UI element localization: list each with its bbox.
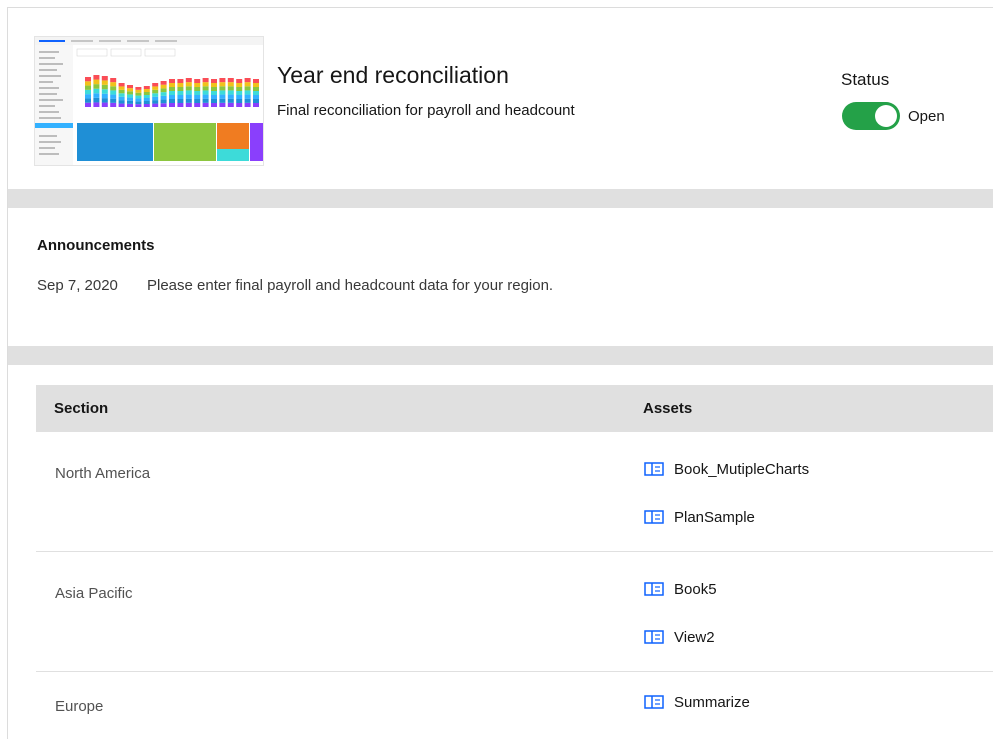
- app-frame: Year end reconciliation Final reconcilia…: [7, 7, 993, 739]
- asset-name: Book5: [674, 580, 717, 598]
- book-icon: [644, 582, 664, 596]
- status-toggle[interactable]: [842, 102, 900, 130]
- asset-name: Book_MutipleCharts: [674, 460, 810, 478]
- plan-header: Year end reconciliation Final reconcilia…: [8, 8, 993, 188]
- table-row: North America Book_MutipleCharts PlanSam…: [36, 432, 993, 552]
- book-icon: [644, 462, 664, 476]
- asset-link[interactable]: PlanSample: [644, 507, 755, 527]
- page-description: Final reconciliation for payroll and hea…: [277, 102, 575, 119]
- sections-table: Section Assets North America Book_Mutipl…: [36, 385, 993, 739]
- asset-link[interactable]: Book_MutipleCharts: [644, 459, 809, 479]
- section-cell: North America: [55, 465, 151, 482]
- section-divider: [8, 189, 993, 208]
- book-icon: [644, 510, 664, 524]
- page-title: Year end reconciliation: [277, 62, 509, 88]
- announcement-date: Sep 7, 2020: [37, 277, 118, 294]
- section-divider: [8, 346, 993, 365]
- table-row: Europe Summarize: [36, 672, 993, 739]
- book-icon: [644, 630, 664, 644]
- asset-name: PlanSample: [674, 508, 755, 526]
- announcement-text: Please enter final payroll and headcount…: [147, 277, 554, 294]
- section-cell: Europe: [55, 698, 104, 715]
- asset-name: Summarize: [674, 693, 750, 711]
- status-label: Status: [841, 70, 890, 89]
- announcements-heading: Announcements: [37, 237, 155, 254]
- asset-link[interactable]: Summarize: [644, 692, 750, 712]
- asset-link[interactable]: View2: [644, 627, 715, 647]
- book-icon: [644, 695, 664, 709]
- table-row: Asia Pacific Book5 View2: [36, 552, 993, 672]
- status-value: Open: [908, 108, 945, 125]
- thumbnail-image: [35, 37, 263, 165]
- asset-name: View2: [674, 628, 715, 646]
- table-header: Section Assets: [36, 385, 993, 432]
- dashboard-thumbnail[interactable]: [34, 36, 264, 166]
- section-cell: Asia Pacific: [55, 585, 133, 602]
- column-header-assets[interactable]: Assets: [643, 400, 692, 417]
- announcement-item: Sep 7, 2020 Please enter final payroll an…: [37, 277, 553, 294]
- toggle-knob: [875, 105, 897, 127]
- column-header-section[interactable]: Section: [54, 400, 108, 417]
- asset-link[interactable]: Book5: [644, 579, 717, 599]
